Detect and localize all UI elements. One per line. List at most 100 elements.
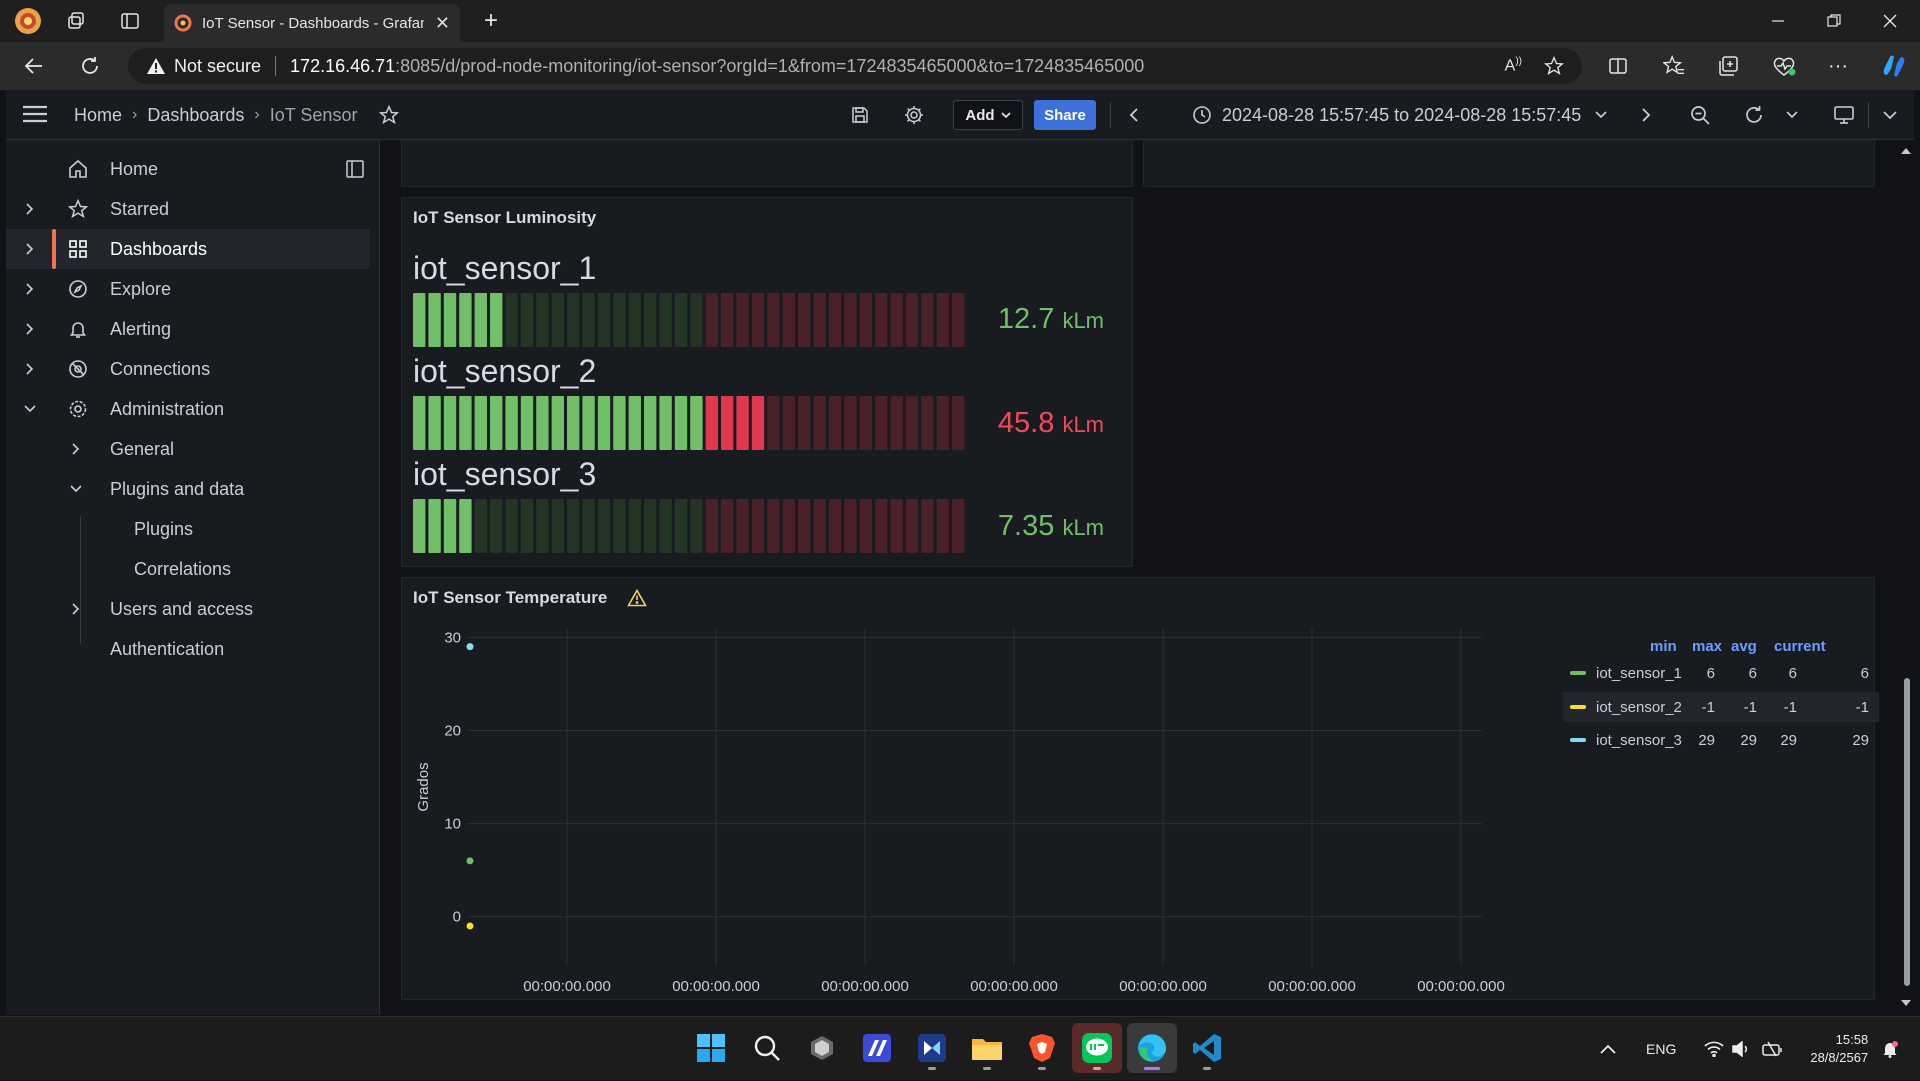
close-window-button[interactable] (1862, 0, 1918, 42)
legend-header-max[interactable]: max (1692, 638, 1722, 655)
battery-saver-icon[interactable] (1762, 1040, 1784, 1058)
line-app-icon[interactable] (1072, 1023, 1122, 1073)
gauge-cell (890, 293, 903, 347)
warning-triangle-icon[interactable] (146, 57, 166, 75)
clock[interactable]: 15:58 28/8/2567 (1810, 1031, 1868, 1067)
restore-window-button[interactable] (1806, 0, 1862, 42)
sidebar-item-users-and-access[interactable]: Users and access (6, 589, 370, 629)
notification-bell-icon[interactable] (1882, 1040, 1899, 1058)
sidebar-item-administration[interactable]: Administration (6, 389, 370, 429)
chevron-up-icon[interactable] (1600, 1044, 1616, 1054)
split-screen-icon[interactable] (1596, 42, 1640, 90)
luminosity-panel[interactable]: IoT Sensor Luminosity iot_sensor_1 12.7 … (401, 197, 1133, 567)
refresh-interval-chevron-icon[interactable] (1772, 90, 1812, 140)
sidebar-item-starred[interactable]: Starred (6, 189, 370, 229)
gauge-cell (767, 293, 780, 347)
save-dashboard-icon[interactable] (840, 90, 880, 140)
favorites-icon[interactable] (1652, 42, 1696, 90)
edge-browser-icon[interactable] (1127, 1023, 1177, 1073)
dashboard-settings-icon[interactable] (894, 90, 934, 140)
app-editor-icon[interactable] (852, 1023, 902, 1073)
warning-icon[interactable] (627, 589, 648, 607)
security-status-label[interactable]: Not secure (174, 56, 261, 77)
time-shift-forward-icon[interactable] (1626, 90, 1666, 140)
refresh-icon[interactable] (1734, 90, 1774, 140)
temperature-chart[interactable]: 30 20 10 0 00:00:00.000 00:00:00.000 00:00:00.… (402, 608, 1552, 998)
mark-favorite-star-icon[interactable] (379, 105, 400, 125)
more-options-icon[interactable]: ··· (1816, 42, 1860, 90)
sidebar-item-authentication[interactable]: Authentication (6, 629, 370, 669)
sidebar-item-connections[interactable]: Connections (6, 349, 370, 389)
search-icon[interactable] (742, 1023, 792, 1073)
reload-button[interactable] (66, 42, 114, 90)
add-button[interactable]: Add (953, 100, 1023, 130)
chevron-right-icon[interactable] (20, 269, 40, 309)
legend-row[interactable]: iot_sensor_1 6 6 6 6 (1563, 658, 1879, 688)
chevron-down-icon[interactable] (66, 469, 86, 509)
volume-icon[interactable] (1732, 1041, 1750, 1057)
wifi-icon[interactable] (1704, 1041, 1724, 1057)
brave-browser-icon[interactable] (1017, 1023, 1067, 1073)
scrollbar-thumb[interactable] (1904, 678, 1910, 986)
time-range-picker[interactable]: 2024-08-28 15:57:45 to 2024-08-28 15:57:… (1192, 90, 1607, 140)
vscode-icon[interactable] (1182, 1023, 1232, 1073)
sidebar-item-dashboards[interactable]: Dashboards (6, 229, 370, 269)
chevron-right-icon[interactable] (20, 309, 40, 349)
connections-icon (64, 349, 92, 389)
chevron-down-icon[interactable] (20, 389, 40, 429)
url-input[interactable]: Not secure 172.16.46.71:8085/d/prod-node… (128, 48, 1582, 84)
dock-menu-icon[interactable] (346, 160, 364, 178)
legend-row[interactable]: iot_sensor_3 29 29 29 29 (1563, 725, 1879, 755)
sidebar-item-general[interactable]: General (6, 429, 370, 469)
favorite-star-icon[interactable] (1544, 56, 1564, 76)
vertical-tabs-icon[interactable] (110, 0, 150, 42)
tab-title: IoT Sensor - Dashboards - Grafana (202, 14, 424, 32)
legend-row[interactable]: iot_sensor_2 -1 -1 -1 -1 (1563, 692, 1879, 722)
chevron-right-icon[interactable] (66, 589, 86, 629)
temperature-panel[interactable]: IoT Sensor Temperature 30 20 10 0 00:00:00.0… (401, 577, 1879, 1000)
browser-tab-active[interactable]: IoT Sensor - Dashboards - Grafana ✕ (164, 4, 460, 42)
chevron-right-icon[interactable] (20, 189, 40, 229)
running-indicator (983, 1067, 991, 1070)
minimize-window-button[interactable] (1750, 0, 1806, 42)
data-point-iot-sensor-1[interactable] (466, 857, 474, 865)
back-button[interactable] (10, 42, 58, 90)
copilot-icon[interactable] (1872, 42, 1916, 90)
sidebar-item-correlations[interactable]: Correlations (6, 549, 370, 589)
chevron-right-icon[interactable] (20, 229, 40, 269)
legend-header-min[interactable]: min (1650, 638, 1677, 655)
read-aloud-icon[interactable]: A)) (1505, 56, 1522, 75)
task-view-icon[interactable] (797, 1023, 847, 1073)
tv-mode-icon[interactable] (1824, 90, 1864, 140)
breadcrumb-home[interactable]: Home (74, 105, 122, 126)
zoom-out-icon[interactable] (1680, 90, 1720, 140)
profile-avatar-icon[interactable] (8, 0, 48, 42)
sidebar-item-explore[interactable]: Explore (6, 269, 370, 309)
gauge-cell (443, 293, 457, 347)
legend-max: 29 (1740, 732, 1757, 749)
file-explorer-icon[interactable] (962, 1023, 1012, 1073)
workspaces-icon[interactable] (56, 0, 96, 42)
legend-header-current[interactable]: current (1774, 638, 1826, 655)
sidebar-item-plugins[interactable]: Plugins (6, 509, 370, 549)
collections-icon[interactable] (1706, 42, 1750, 90)
share-button[interactable]: Share (1034, 100, 1096, 130)
menu-toggle-icon[interactable] (22, 104, 48, 124)
app-remote-icon[interactable] (907, 1023, 957, 1073)
legend-header-avg[interactable]: avg (1731, 638, 1757, 655)
breadcrumb-dashboards[interactable]: Dashboards (147, 105, 244, 126)
input-language-indicator[interactable]: ENG (1646, 1041, 1676, 1057)
sidebar-item-alerting[interactable]: Alerting (6, 309, 370, 349)
tab-close-icon[interactable]: ✕ (435, 13, 450, 34)
data-point-iot-sensor-3[interactable] (466, 643, 474, 651)
chevron-right-icon[interactable] (20, 349, 40, 389)
start-button[interactable] (686, 1023, 736, 1073)
data-point-iot-sensor-2[interactable] (466, 922, 474, 930)
chevron-right-icon[interactable] (66, 429, 86, 469)
browser-essentials-icon[interactable] (1762, 42, 1806, 90)
time-shift-back-icon[interactable] (1114, 90, 1154, 140)
collapse-toolbar-icon[interactable] (1870, 90, 1910, 140)
sidebar-item-plugins-and-data[interactable]: Plugins and data (6, 469, 370, 509)
sidebar-item-home[interactable]: Home (6, 149, 370, 189)
new-tab-button[interactable]: + (474, 6, 508, 36)
